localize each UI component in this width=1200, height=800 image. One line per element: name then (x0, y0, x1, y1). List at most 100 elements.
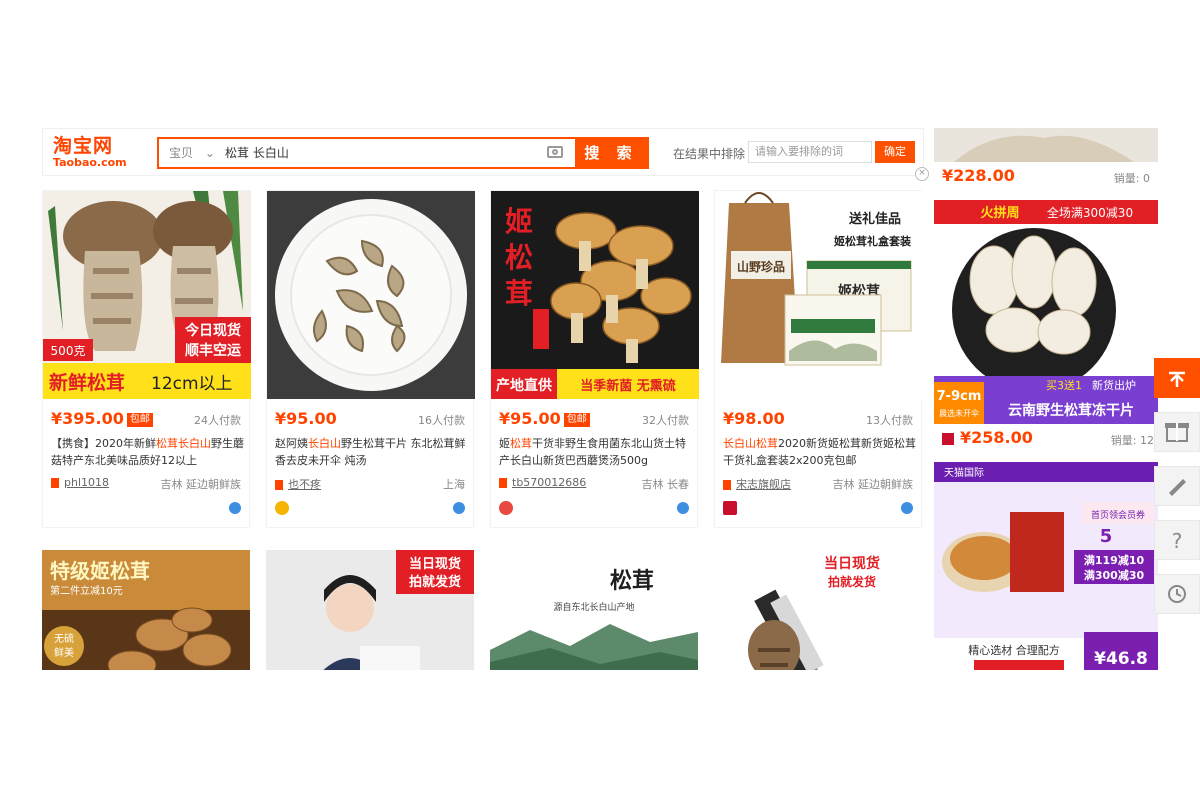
product-card[interactable]: 姬 松 茸 产地直供 当季新菌 无熏硫 ¥95.00 包邮 32人付款 姬松茸干… (490, 190, 699, 528)
price-value: ¥395.00 (51, 409, 124, 428)
img-text-title: 姬 (505, 205, 533, 238)
img-text-song: 松茸 (610, 569, 654, 594)
img-text-fresh: 新鲜松茸 (49, 371, 125, 394)
ad-image[interactable]: 火拼周 全场满300减30 新货出炉 买3送1 7-9cm 晨选未开伞 云南野生… (934, 200, 1158, 424)
wangwang-chat-icon[interactable] (901, 502, 913, 514)
product-title[interactable]: 长白山松茸2020新货姬松茸新货姬松茸干货礼盒套装2x200克包邮 (723, 435, 917, 469)
img-text-origin: 产地直供 (496, 377, 552, 394)
product-image[interactable]: 山野珍品 送礼佳品 姬松茸礼盒套装 姬松茸 (715, 191, 923, 399)
ad-card[interactable]: 火拼周 全场满300减30 新货出炉 买3送1 7-9cm 晨选未开伞 云南野生… (934, 200, 1158, 452)
product-image[interactable]: 特级姬松茸 第二件立减10元 无硫 鲜美 (42, 550, 250, 670)
shop-link[interactable]: 也不疼 (275, 476, 321, 492)
product-card[interactable]: 山野珍品 送礼佳品 姬松茸礼盒套装 姬松茸 ¥98.00 13人付款 长白山松茸… (714, 190, 923, 528)
shop-link[interactable]: tb570012686 (499, 476, 586, 489)
ad-price: ¥258.00 (942, 428, 1033, 447)
title-highlight: 长白山 (308, 437, 341, 450)
title-part-a: 赵阿姨 (275, 437, 308, 450)
ad-image[interactable]: 天猫国际 首页领会员券 5 满119减10 满300减30 精心选材 合理配方 … (934, 462, 1158, 670)
wangwang-chat-icon[interactable] (229, 502, 241, 514)
shop-link[interactable]: 宋志旗舰店 (723, 476, 791, 492)
product-card[interactable]: 今日现货 顺丰空运 500克 新鲜松茸 12cm以上 ¥395.00 包邮 24人… (42, 190, 251, 528)
ad-banner-coupon: 首页领会员券 (1091, 509, 1145, 521)
wangwang-chat-icon[interactable] (677, 502, 689, 514)
product-title[interactable]: 赵阿姨长白山野生松茸干片 东北松茸鲜香去皮未开伞 炖汤 (275, 435, 469, 469)
price-value: ¥95.00 (499, 409, 561, 428)
arrow-up-icon (1169, 371, 1185, 387)
shop-link[interactable]: phl1018 (51, 476, 109, 489)
ad-banner-size: 7-9cm (937, 389, 982, 404)
exclude-label: 在结果中排除 (673, 147, 746, 161)
ad-banner-promo: 买3送1 (1046, 378, 1082, 392)
product-price: ¥98.00 (723, 409, 785, 428)
product-image[interactable]: 当日现货 拍就发货 (266, 550, 474, 670)
location: 吉林 延边朝鲜族 (832, 478, 914, 491)
product-image[interactable] (267, 191, 475, 399)
img-text-nosulfur: 无硫 (54, 632, 74, 645)
shop-icon (51, 478, 59, 488)
close-icon[interactable]: × (915, 167, 929, 181)
help-button[interactable]: ? (1154, 520, 1200, 560)
logo-en: Taobao.com (53, 156, 127, 169)
sold-count: 24人付款 (194, 414, 241, 427)
taobao-logo[interactable]: 淘宝网 Taobao.com (53, 135, 133, 171)
exclude-confirm-button[interactable]: 确定 (875, 141, 915, 163)
price-value: ¥98.00 (723, 409, 785, 428)
tmall-icon (942, 432, 954, 445)
title-part-a: 【携食】2020年新鲜 (51, 437, 156, 450)
camera-icon[interactable] (547, 146, 563, 158)
feedback-button[interactable] (1154, 466, 1200, 506)
history-button[interactable] (1154, 574, 1200, 614)
location: 上海 (443, 478, 465, 491)
product-image[interactable]: 松茸 源自东北长白山产地 (490, 550, 698, 670)
tmall-icon (723, 501, 737, 515)
shop-icon (275, 480, 283, 490)
title-highlight: 松茸长白山 (156, 437, 211, 450)
matsutake-photo: 今日现货 顺丰空运 500克 新鲜松茸 12cm以上 (43, 191, 251, 399)
shop-name: phl1018 (64, 476, 110, 489)
ad-card[interactable]: ¥228.00 销量: 0 (934, 128, 1158, 190)
ad-banner-title: 云南野生松茸冻干片 (1008, 402, 1134, 419)
product-title[interactable]: 【携食】2020年新鲜松茸长白山野生蘑菇特产东北美味品质好12以上 (51, 435, 245, 469)
product-image[interactable]: 当日现货 拍就发货 (714, 550, 922, 670)
location: 吉林 长春 (641, 478, 690, 491)
ad-banner-discount: 全场满300减30 (1047, 205, 1133, 220)
svg-text:松: 松 (505, 241, 533, 274)
ad-banner-tmall: 天猫国际 (944, 466, 984, 479)
ad-banner-slogan: 精心选材 合理配方 (968, 643, 1060, 657)
ad-price: ¥228.00 (942, 166, 1015, 185)
product-image[interactable]: 今日现货 顺丰空运 500克 新鲜松茸 12cm以上 (43, 191, 251, 399)
product-price: ¥95.00 (275, 409, 337, 428)
sold-count: 13人付款 (866, 414, 913, 427)
free-shipping-badge: 包邮 (126, 412, 153, 427)
location: 吉林 延边朝鲜族 (160, 478, 242, 491)
product-card[interactable]: 当日现货 拍就发货 (266, 550, 474, 670)
ad-image[interactable] (934, 128, 1158, 162)
back-to-top-button[interactable] (1154, 358, 1200, 398)
product-card[interactable]: 特级姬松茸 第二件立减10元 无硫 鲜美 (42, 550, 250, 670)
search-button[interactable]: 搜 索 (575, 139, 647, 167)
img-text-ship: 拍就发货 (409, 574, 461, 590)
ad-banner-5: 5 (1100, 526, 1113, 547)
product-card[interactable]: 当日现货 拍就发货 (714, 550, 922, 670)
wangwang-chat-icon[interactable] (453, 502, 465, 514)
product-title[interactable]: 姬松茸干货非野生食用菌东北山货土特产长白山新货巴西蘑煲汤500g (499, 435, 693, 469)
sold-count: 32人付款 (642, 414, 689, 427)
chevron-down-icon: ⌄ (204, 146, 215, 160)
dried-slices-photo (267, 191, 475, 399)
ad-banner-300: 满300减30 (1084, 568, 1145, 582)
logo-cn: 淘宝网 (53, 135, 114, 157)
img-text-mountain: 山野珍品 (737, 259, 785, 274)
ad-card[interactable]: 天猫国际 首页领会员券 5 满119减10 满300减30 精心选材 合理配方 … (934, 462, 1158, 670)
price-value: ¥95.00 (275, 409, 337, 428)
gift-button[interactable] (1154, 412, 1200, 452)
img-text-premium: 特级姬松茸 (50, 559, 150, 583)
search-scope-select[interactable]: 宝贝 ⌄ (169, 139, 215, 167)
product-card[interactable]: 松茸 源自东北长白山产地 (490, 550, 698, 670)
sold-count: 16人付款 (418, 414, 465, 427)
product-image[interactable]: 姬 松 茸 产地直供 当季新菌 无熏硫 (491, 191, 699, 399)
product-price: ¥95.00 包邮 (499, 409, 590, 428)
product-card[interactable]: ¥95.00 16人付款 赵阿姨长白山野生松茸干片 东北松茸鲜香去皮未开伞 炖汤… (266, 190, 475, 528)
ad-price-value: ¥258.00 (960, 428, 1033, 447)
exclude-input[interactable]: 请输入要排除的词 (748, 141, 872, 163)
ad-banner-fire: 火拼周 (980, 205, 1019, 221)
